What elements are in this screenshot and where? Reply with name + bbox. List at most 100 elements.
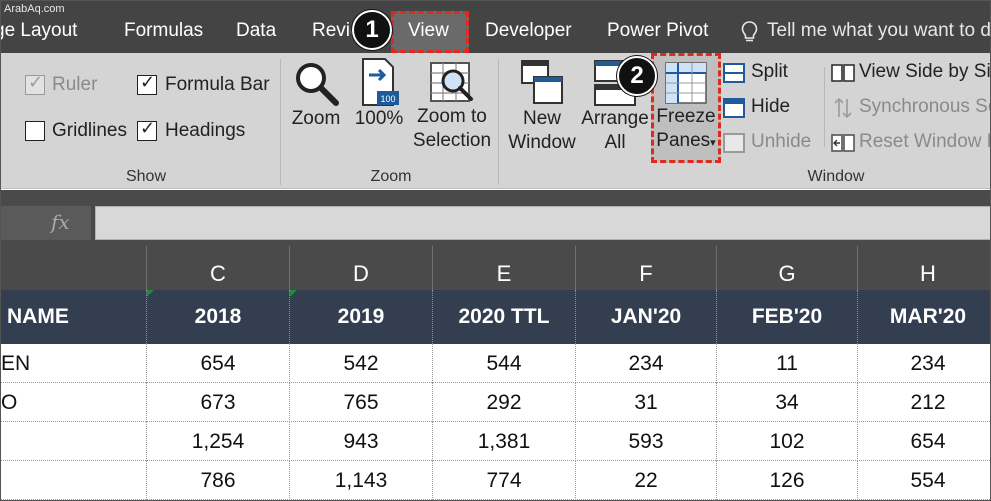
table-cell[interactable]: 31 [576,383,717,422]
group-label-window: Window [807,168,865,185]
split-label: Split [751,61,788,82]
arrange-all-label-1: Arrange [581,108,649,129]
header-cell-mar20[interactable]: MAR'20 [858,290,990,344]
group-label-show: Show [125,168,167,185]
lightbulb-icon [741,21,758,42]
tab-page-layout[interactable]: ge Layout [1,20,77,42]
table-row: 786 1,143 774 22 126 554 [1,461,990,500]
freeze-panes-label-2: Panes [656,130,711,151]
table-cell[interactable]: 234 [576,344,717,383]
table-cell[interactable]: 11 [717,344,858,383]
zoom-100-button[interactable]: 100 100% [351,57,407,131]
table-cell[interactable]: 673 [147,383,290,422]
group-separator [280,59,281,185]
reset-window-position-label: Reset Window P [859,131,991,152]
view-side-by-side-button[interactable]: View Side by Si [831,61,991,87]
tab-view[interactable]: View [408,20,449,42]
header-cell-2018[interactable]: 2018 [147,290,290,344]
table-cell[interactable]: 292 [433,383,576,422]
table-cell[interactable]: 34 [717,383,858,422]
hide-label: Hide [751,96,791,117]
hide-window-icon [723,98,745,118]
table-cell[interactable] [1,461,147,500]
table-header-row: NAME 2018 2019 2020 TTL JAN'20 FEB'20 MA… [1,290,990,344]
column-header-g[interactable]: G [717,246,858,290]
table-cell[interactable]: 943 [290,422,433,461]
watermark: ArabAq.com [4,3,65,15]
header-cell-feb20[interactable]: FEB'20 [717,290,858,344]
header-cell-2020-ttl[interactable]: 2020 TTL [433,290,576,344]
zoom-to-selection-icon [430,62,473,102]
check-icon: ✓ [28,72,44,92]
tab-data[interactable]: Data [236,20,276,42]
column-header-f[interactable]: F [576,246,717,290]
table-cell[interactable]: 765 [290,383,433,422]
side-by-side-icon [831,64,855,82]
table-row: O 673 765 292 31 34 212 [1,383,990,422]
formula-bar-checkbox[interactable]: ✓ [137,72,157,95]
headings-checkbox[interactable]: ✓ [137,118,157,141]
header-cell-name[interactable]: NAME [1,290,147,344]
table-cell[interactable]: 1,381 [433,422,576,461]
column-header-h[interactable]: H [858,246,990,290]
ribbon-view: ✓ Ruler ✓ Formula Bar Gridlines ✓ Headin… [1,53,991,189]
split-button[interactable]: Split [723,61,823,87]
table-cell[interactable]: 102 [717,422,858,461]
zoom-to-selection-button[interactable]: Zoom to Selection [409,59,495,153]
fx-icon[interactable]: fx [51,210,70,234]
formula-bar-label: Formula Bar [165,74,270,95]
ruler-checkbox[interactable]: ✓ [25,72,45,95]
table-row: EN 654 542 544 234 11 234 [1,344,990,383]
table-cell[interactable]: 234 [858,344,990,383]
unhide-window-icon [723,133,745,153]
header-cell-2019[interactable]: 2019 [290,290,433,344]
zoom-to-selection-label-1: Zoom to [417,106,487,127]
reset-window-position-button[interactable]: Reset Window P [831,131,991,157]
unhide-button[interactable]: Unhide [723,131,823,157]
header-cell-jan20[interactable]: JAN'20 [576,290,717,344]
column-header-d[interactable]: D [290,246,433,290]
hide-button[interactable]: Hide [723,96,823,122]
new-window-button[interactable]: New Window [506,59,578,155]
table-cell[interactable]: 786 [147,461,290,500]
freeze-panes-label-1: Freeze [656,106,716,127]
table-cell[interactable]: O [1,383,147,422]
table-cell[interactable] [1,422,147,461]
table-cell[interactable]: EN [1,344,147,383]
magnifier-icon [296,63,339,106]
synchronous-scrolling-label: Synchronous Sc [859,96,991,117]
new-window-icon [521,60,563,104]
arrange-all-label-2: All [604,132,626,153]
table-cell[interactable]: 22 [576,461,717,500]
table-cell[interactable]: 554 [858,461,990,500]
table-cell[interactable]: 212 [858,383,990,422]
table-cell[interactable]: 1,143 [290,461,433,500]
table-cell[interactable]: 654 [147,344,290,383]
view-side-by-side-label: View Side by Si [859,61,991,82]
table-cell[interactable]: 1,254 [147,422,290,461]
table-cell[interactable]: 654 [858,422,990,461]
table-cell[interactable]: 544 [433,344,576,383]
group-separator [498,59,499,185]
column-header-c[interactable]: C [147,246,290,290]
freeze-panes-button[interactable]: Freeze Panes▾ [653,61,719,155]
error-indicator-icon [147,290,154,297]
table-cell[interactable]: 593 [576,422,717,461]
table-cell[interactable]: 774 [433,461,576,500]
tab-power-pivot[interactable]: Power Pivot [607,20,708,42]
group-label-zoom: Zoom [370,168,412,185]
zoom-button[interactable]: Zoom [288,59,344,131]
gridlines-checkbox[interactable] [25,121,45,141]
zoom-to-selection-label-2: Selection [412,130,492,151]
tell-me-search[interactable]: Tell me what you want to d [767,20,990,42]
table-cell[interactable]: 542 [290,344,433,383]
column-header-b[interactable] [1,246,147,290]
synchronous-scrolling-button[interactable]: Synchronous Sc [831,96,991,122]
error-indicator-icon [290,290,297,297]
table-cell[interactable]: 126 [717,461,858,500]
tab-formulas[interactable]: Formulas [124,20,203,42]
column-header-e[interactable]: E [433,246,576,290]
table-row: 1,254 943 1,381 593 102 654 [1,422,990,461]
tab-developer[interactable]: Developer [485,20,572,42]
formula-input[interactable] [95,206,990,240]
